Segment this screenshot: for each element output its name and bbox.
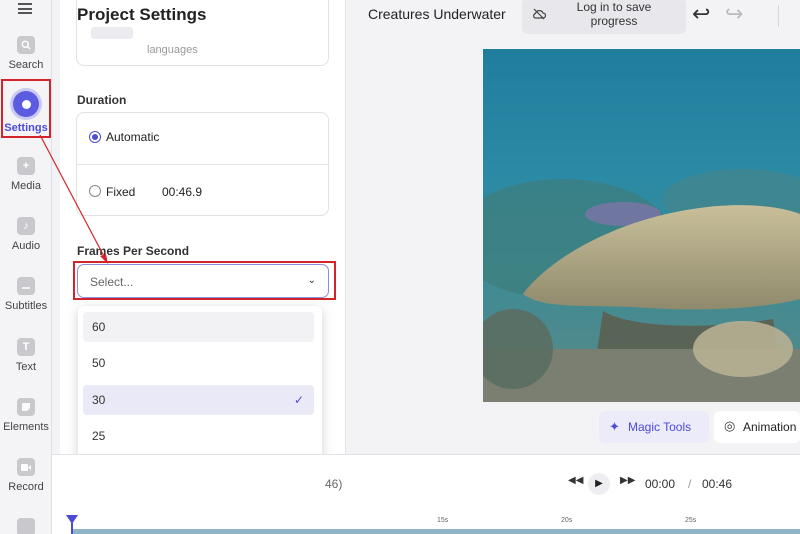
more-icon (17, 518, 35, 534)
fixed-label: Fixed (106, 185, 136, 199)
top-bar: Creatures Underwater Log in to save prog… (347, 0, 800, 34)
text-icon: T (17, 338, 35, 356)
sidebar-item-label: Text (15, 361, 37, 373)
automatic-label: Automatic (106, 130, 160, 144)
tick-label: 20s (561, 517, 573, 524)
project-name[interactable]: Creatures Underwater (368, 6, 506, 22)
animation-label: Animation (743, 420, 797, 434)
underwater-scene-image (483, 49, 800, 402)
highlight-box-fps-select (73, 261, 336, 300)
tick-label: 25s (685, 517, 697, 524)
elements-icon (17, 398, 35, 416)
sidebar-item-more[interactable] (0, 518, 52, 534)
cloud-off-icon (532, 8, 547, 23)
play-icon[interactable]: ▶ (588, 473, 610, 495)
fps-option-label: 30 (92, 393, 106, 407)
sidebar-item-label: Record (8, 481, 44, 493)
divider (77, 164, 328, 165)
sidebar-item-text[interactable]: T Text (0, 338, 52, 373)
sidebar-item-elements[interactable]: Elements (0, 398, 52, 433)
fps-label: Frames Per Second (77, 244, 190, 258)
timeline[interactable]: 15s 20s 25s (60, 515, 800, 534)
playback-bar: 46) ◀◀ ▶ ▶▶ 00:00 / 00:46 15s 20s 25s (52, 454, 800, 534)
highlight-box-settings (1, 79, 51, 138)
video-preview[interactable] (483, 49, 800, 402)
sidebar-item-label: Elements (3, 421, 49, 433)
check-icon: ✓ (293, 393, 304, 407)
sidebar-item-label: Media (11, 180, 41, 192)
sidebar-item-media[interactable]: + Media (0, 157, 52, 192)
plus-icon: + (17, 157, 35, 175)
tick-label: 15s (437, 517, 449, 524)
time-separator: / (688, 477, 692, 491)
record-icon (17, 458, 35, 476)
magic-tools-label: Magic Tools (628, 420, 692, 434)
duration-card: Automatic Fixed 00:46.9 (76, 112, 329, 216)
login-label: Log in to save progress (576, 0, 652, 28)
sidebar-item-audio[interactable]: ♪ Audio (0, 217, 52, 252)
languages-text: languages (147, 44, 198, 56)
sidebar-item-label: Audio (11, 240, 41, 252)
sparkle-icon: ✦ (609, 419, 620, 434)
subtitles-icon (17, 277, 35, 295)
sidebar-item-label: Subtitles (4, 300, 48, 312)
page-title: Project Settings (77, 5, 207, 24)
sidebar-item-label: Search (8, 59, 44, 71)
music-icon: ♪ (17, 217, 35, 235)
fps-option-label: 50 (92, 356, 106, 370)
redo-icon[interactable]: ↪ (725, 1, 743, 27)
total-time: 00:46 (702, 477, 733, 491)
duration-label: Duration (77, 93, 127, 107)
playhead-line (71, 523, 73, 534)
language-chip (91, 27, 133, 39)
fast-forward-icon[interactable]: ▶▶ (620, 475, 635, 486)
login-to-save-button[interactable]: Log in to save progress (522, 0, 686, 34)
fps-option[interactable]: 25 (83, 421, 314, 451)
sidebar-item-search[interactable]: Search (0, 36, 52, 71)
fps-option-selected[interactable]: 30 ✓ (83, 385, 314, 415)
menu-icon[interactable] (18, 3, 32, 15)
animation-icon: ◎ (724, 418, 736, 433)
automatic-radio[interactable] (89, 131, 101, 143)
animation-button[interactable]: ◎ Animation (714, 411, 800, 443)
duration-fragment: 46) (325, 477, 343, 491)
fps-option-label: 25 (92, 429, 106, 443)
sidebar-item-subtitles[interactable]: Subtitles (0, 277, 52, 312)
video-track[interactable] (72, 529, 800, 534)
rewind-icon[interactable]: ◀◀ (568, 475, 583, 486)
current-time: 00:00 (645, 477, 676, 491)
divider (778, 5, 779, 27)
fps-option-label: 60 (92, 320, 106, 334)
fps-option[interactable]: 60 (83, 312, 314, 342)
fixed-duration-value[interactable]: 00:46.9 (162, 185, 202, 199)
magic-tools-button[interactable]: ✦ Magic Tools (599, 411, 709, 443)
sidebar-item-record[interactable]: Record (0, 458, 52, 493)
fps-option[interactable]: 50 (83, 348, 314, 378)
undo-icon[interactable]: ↩ (692, 1, 710, 27)
fixed-radio[interactable] (89, 185, 101, 197)
search-icon (17, 36, 35, 54)
